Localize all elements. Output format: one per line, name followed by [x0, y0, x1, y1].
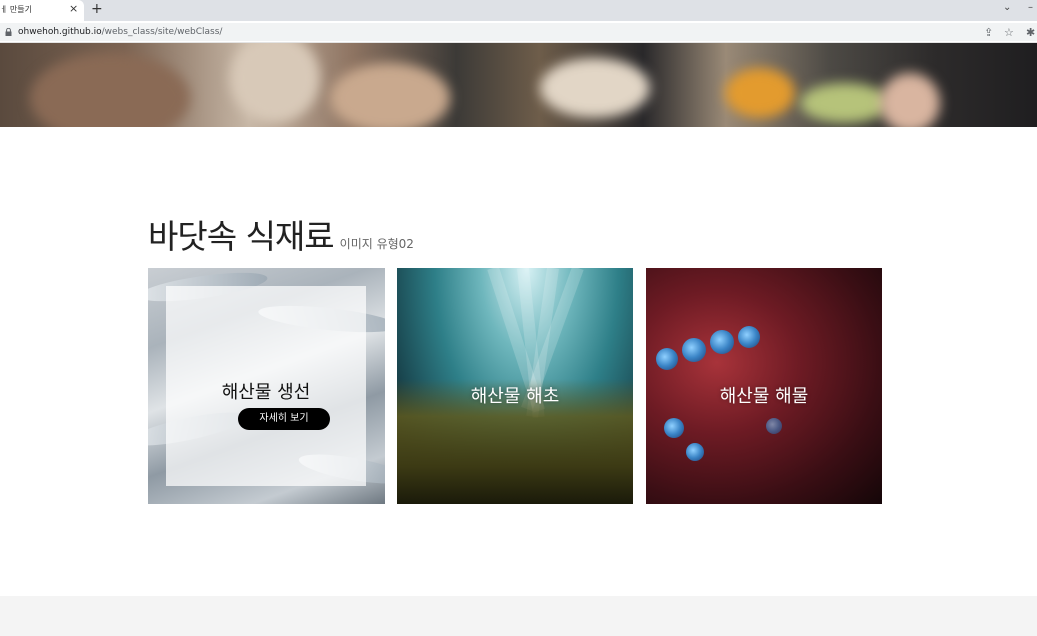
tab-close-icon[interactable]: × — [69, 2, 78, 15]
minimize-icon[interactable]: – — [1028, 2, 1033, 13]
url-text: ohwehoh.github.io/webs_class/site/webCla… — [18, 27, 222, 37]
octopus-sucker — [664, 418, 684, 438]
hero-image — [0, 43, 1037, 127]
detail-button[interactable]: 자세히 보기 — [238, 408, 330, 430]
octopus-sucker — [682, 338, 706, 362]
share-icon[interactable]: ⇪ — [984, 26, 993, 39]
octopus-sucker — [710, 330, 734, 354]
section-subtitle: 이미지 유형02 — [339, 237, 414, 251]
section-title: 바닷속 식재료 — [148, 217, 335, 256]
chevron-down-icon[interactable]: ⌄ — [1003, 2, 1011, 13]
card-label: 해산물 해초 — [470, 386, 560, 407]
new-tab-button[interactable]: + — [91, 1, 103, 17]
octopus-sucker — [738, 326, 760, 348]
card-seafood[interactable]: 해산물 해물 — [646, 268, 882, 504]
url-path: /webs_class/site/webClass/ — [101, 27, 223, 37]
lock-icon — [5, 28, 12, 36]
footer — [0, 596, 1037, 636]
card-label: 해산물 생선 — [221, 382, 311, 403]
tab-title: ㅔ 만들기 — [0, 5, 32, 14]
url-field[interactable]: ohwehoh.github.io/webs_class/site/webCla… — [0, 23, 1037, 41]
extensions-icon[interactable]: ✱ — [1026, 26, 1035, 39]
card-fish[interactable]: 해산물 생선 자세히 보기 — [148, 268, 385, 504]
card-overlay: 해산물 생선 자세히 보기 — [166, 286, 366, 486]
octopus-sucker — [766, 418, 782, 434]
card-seaweed[interactable]: 해산물 해초 — [397, 268, 633, 504]
browser-tab-bar: ㅔ 만들기 × + ⌄ – — [0, 0, 1037, 21]
section-heading: 바닷속 식재료이미지 유형02 — [148, 210, 414, 258]
card-label: 해산물 해물 — [719, 386, 809, 407]
star-icon[interactable]: ☆ — [1004, 26, 1014, 39]
url-host: ohwehoh.github.io — [18, 27, 102, 37]
browser-tab[interactable]: ㅔ 만들기 × — [0, 0, 84, 21]
address-bar: ohwehoh.github.io/webs_class/site/webCla… — [0, 21, 1037, 43]
octopus-sucker — [656, 348, 678, 370]
octopus-sucker — [686, 443, 704, 461]
